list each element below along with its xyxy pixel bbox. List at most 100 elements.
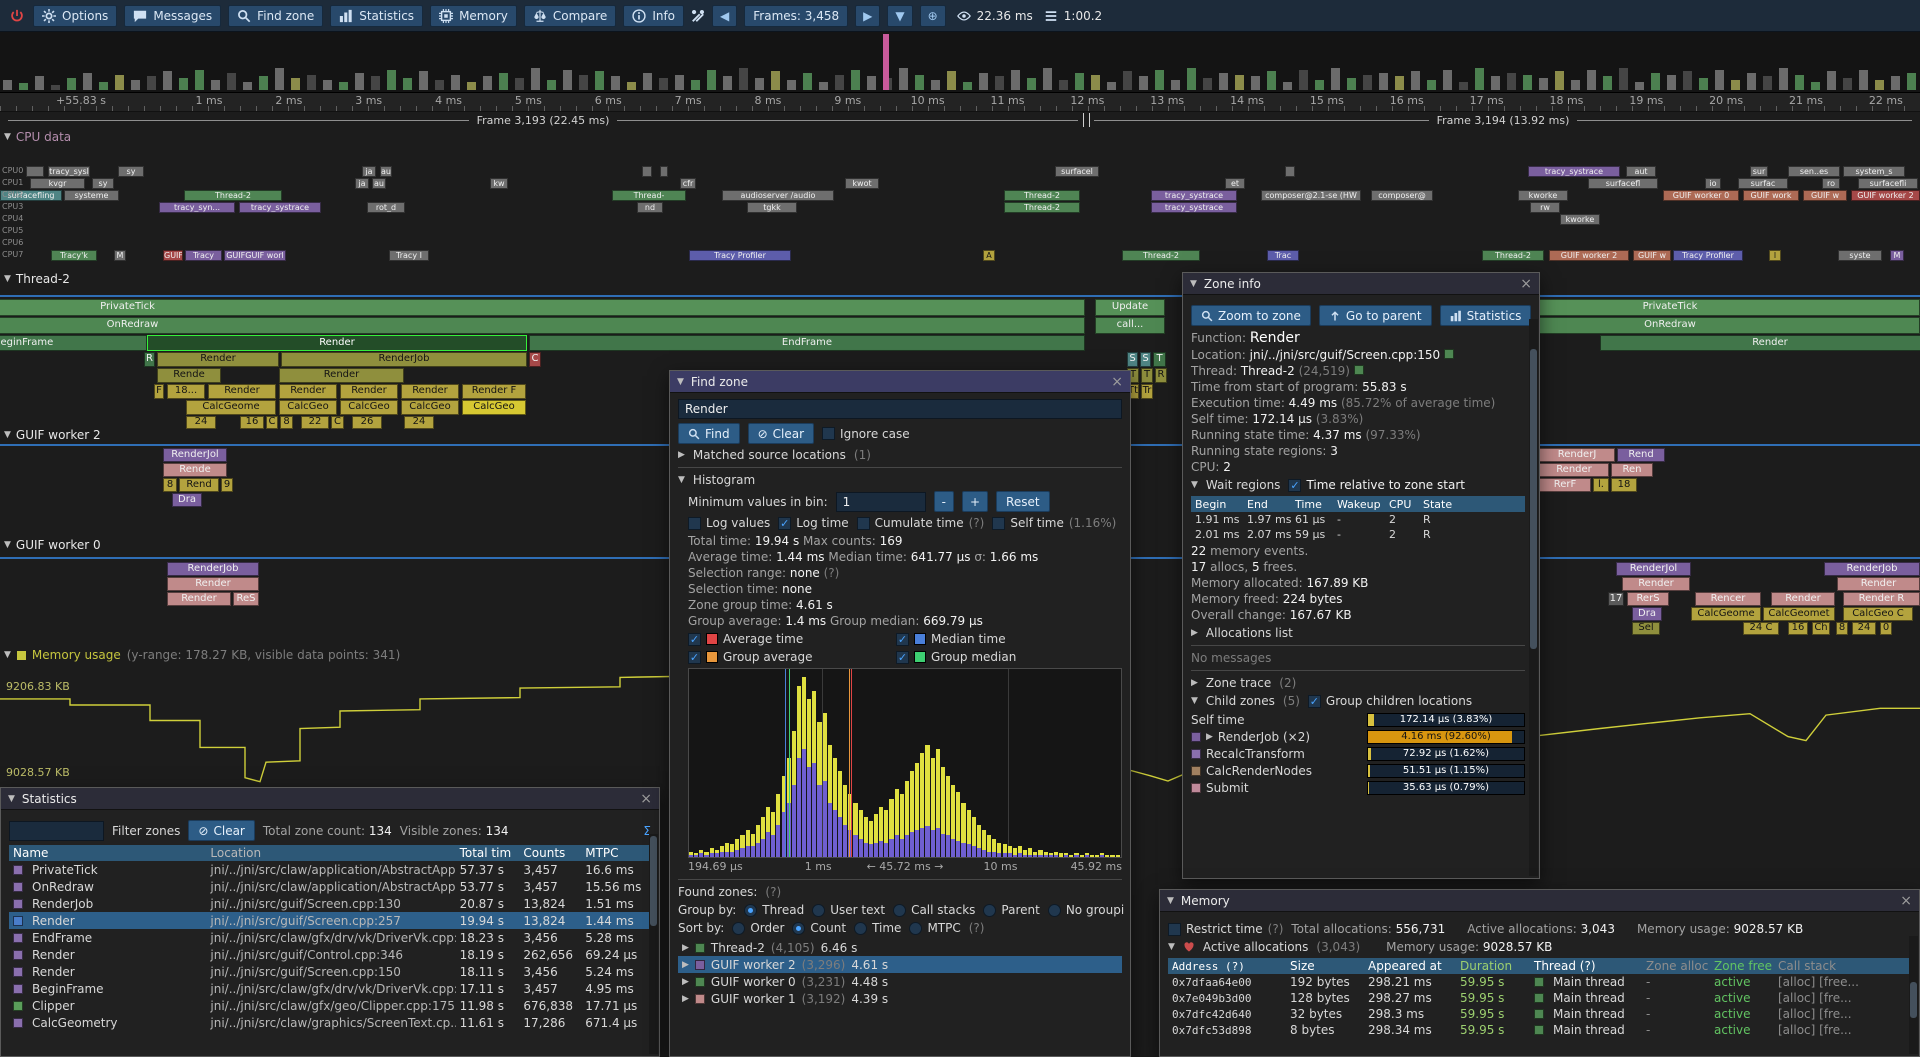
cpu-zone[interactable]: tracy_systrace	[1151, 202, 1237, 213]
timeline-zone[interactable]: T	[1153, 352, 1166, 367]
statistics-row[interactable]: PrivateTickjni/../jni/src/claw/applicati…	[9, 861, 651, 878]
radio-count[interactable]: Count	[792, 921, 846, 935]
clear-button[interactable]: ⊘Clear	[748, 423, 814, 444]
collapse-icon[interactable]: ▼	[1168, 942, 1175, 952]
timeline-zone[interactable]: 26	[352, 416, 382, 429]
histogram-plot[interactable]	[688, 668, 1122, 858]
prev-frame-button[interactable]: ◀	[712, 5, 737, 27]
decrement-button[interactable]: -	[934, 491, 954, 512]
statistics-table-header[interactable]: NameLocationTotal timCountsMTPC	[9, 845, 651, 861]
cpu-zone[interactable]: kworke	[1560, 214, 1600, 225]
timeline-zone[interactable]: S	[1140, 352, 1151, 367]
timeline-zone[interactable]: CalcGeo	[340, 400, 398, 415]
compare-button[interactable]: Compare	[524, 5, 616, 27]
legend-checkbox[interactable]: ✓Group median	[896, 650, 1096, 664]
cpu-zone[interactable]: rw	[1530, 202, 1560, 213]
timeline-zone[interactable]: F	[154, 384, 164, 399]
zone-trace[interactable]: ▶Zone trace(2)	[1191, 676, 1525, 690]
cpu-zone[interactable]: nd	[637, 202, 663, 213]
column-header[interactable]: MTPC	[581, 846, 651, 860]
timeline-zone[interactable]: Update	[1095, 299, 1165, 316]
cpu-zone[interactable]: tracy_systrace	[239, 202, 321, 213]
options-button[interactable]: Options	[33, 5, 117, 27]
column-header[interactable]: Name	[9, 846, 206, 860]
zone-group-row[interactable]: ▶Thread-2(4,105)6.46 s	[678, 939, 1122, 956]
collapse-icon[interactable]: ▼	[4, 274, 11, 284]
child-zone-row[interactable]: Self time172.14 μs (3.83%)	[1191, 712, 1525, 728]
column-header[interactable]: Appeared at	[1364, 959, 1456, 973]
cpu-zone[interactable]: tracy_systrace	[1528, 166, 1620, 177]
wait-region-row[interactable]: 1.91 ms1.97 ms61 μs-2R	[1191, 512, 1525, 527]
cpu-zone[interactable]: M	[114, 250, 126, 261]
find-button[interactable]: Find	[678, 423, 740, 444]
next-frame-button[interactable]: ▶	[855, 5, 880, 27]
cpu-zone[interactable]: ro	[1822, 178, 1840, 189]
column-header[interactable]: Counts	[519, 846, 581, 860]
timeline-zone[interactable]: 8	[163, 478, 177, 492]
legend-checkbox[interactable]: ✓Group average	[688, 650, 888, 664]
statistics-row[interactable]: Clipperjni/../jni/src/claw/gfx/geo/Clipp…	[9, 997, 651, 1014]
cpu-zone[interactable]: M	[1890, 250, 1904, 261]
cpu-zone[interactable]: tracy_syn...	[159, 202, 235, 213]
help-icon[interactable]: (?)	[765, 885, 781, 899]
min-values-input[interactable]: 1	[836, 492, 926, 512]
cpu-zone[interactable]: l	[1769, 250, 1781, 261]
expand-icon[interactable]: ▶	[682, 960, 689, 970]
cpu-data-header[interactable]: ▼ CPU data	[4, 130, 71, 144]
scrollbar[interactable]	[1909, 936, 1918, 1054]
timeline-zone[interactable]: OnRedraw	[0, 317, 1085, 334]
statistics-row[interactable]: RenderJobjni/../jni/src/guif/Screen.cpp:…	[9, 895, 651, 912]
timeline-zone[interactable]: Render	[167, 577, 259, 591]
power-button[interactable]	[8, 5, 26, 27]
timeline-zone[interactable]: 8	[280, 416, 293, 429]
cpu-zone[interactable]: au	[372, 178, 386, 189]
cpu-zone[interactable]: Thread-2	[1482, 250, 1544, 261]
timeline-zone[interactable]: 24	[404, 416, 434, 429]
cpu-zone[interactable]: GUIFGUIF worl	[224, 250, 286, 261]
timeline-zone[interactable]: RenderJol	[1616, 562, 1691, 576]
radio-order[interactable]: Order	[732, 921, 784, 935]
cpu-zone[interactable]: GUIF w	[1803, 190, 1847, 201]
timeline-zone[interactable]: Rende	[157, 368, 221, 383]
cpu-zone[interactable]: system_s	[1843, 166, 1905, 177]
child-zone-row[interactable]: CalcRenderNodes51.51 μs (1.15%)	[1191, 763, 1525, 779]
cpu-zone[interactable]: GUIF worker 2	[1851, 190, 1920, 201]
call-stack-cell[interactable]: [alloc] [fre...	[1774, 1007, 1911, 1021]
zoom-to-zone-button[interactable]: Zoom to zone	[1191, 305, 1311, 326]
cpu-zone[interactable]: A	[983, 250, 995, 261]
option-checkbox[interactable]: Log values	[688, 516, 770, 530]
timeline-zone[interactable]: l.	[1593, 478, 1609, 492]
address-cell[interactable]: 0x7dfaa64e00	[1168, 976, 1286, 989]
cpu-zone[interactable]: sen..es	[1788, 166, 1840, 177]
cpu-zone[interactable]: Tracy Profiler	[1673, 250, 1743, 261]
column-header[interactable]: Thread (?)	[1530, 959, 1642, 973]
frame-menu-button[interactable]: ▼	[887, 5, 912, 27]
column-header[interactable]: CPU	[1385, 498, 1419, 511]
info-button[interactable]: Info	[623, 5, 684, 27]
legend-checkbox[interactable]: ✓Average time	[688, 632, 888, 646]
timeline-zone[interactable]: ReS	[233, 592, 259, 606]
memory-titlebar[interactable]: ▼ Memory ×	[1160, 890, 1919, 912]
cpu-zone[interactable]: Thread-2	[1004, 202, 1080, 213]
go-to-parent-button[interactable]: Go to parent	[1319, 305, 1432, 326]
address-cell[interactable]: 0x7dfc53d898	[1168, 1024, 1286, 1037]
timeline-zone[interactable]: call...	[1095, 317, 1165, 334]
statistics-row[interactable]: Renderjni/../jni/src/guif/Screen.cpp:150…	[9, 963, 651, 980]
statistics-row[interactable]: CalcGeometryjni/../jni/src/claw/graphics…	[9, 1014, 651, 1031]
timeline-zone[interactable]: Render	[167, 592, 231, 606]
cpu-zone[interactable]: tracy_systrace	[1151, 190, 1237, 201]
timeline-zone[interactable]: Tr	[1141, 384, 1153, 399]
zone-group-row[interactable]: ▶GUIF worker 2(3,296)4.61 s	[678, 956, 1122, 973]
cpu-zone[interactable]: sy	[92, 178, 114, 189]
timeline-zone[interactable]: R	[1155, 368, 1167, 383]
radio-parent[interactable]: Parent	[983, 903, 1039, 917]
close-icon[interactable]: ×	[1900, 894, 1912, 908]
statistics-titlebar[interactable]: ▼ Statistics ×	[1, 788, 659, 810]
cpu-zone[interactable]: surfacefli	[1858, 178, 1918, 189]
cpu-zone[interactable]: aut	[1626, 166, 1656, 177]
filter-input[interactable]	[9, 821, 104, 841]
timeline-zone[interactable]: Render	[1539, 463, 1609, 477]
statistics-button[interactable]: Statistics	[1440, 305, 1532, 326]
column-header[interactable]: State	[1419, 498, 1459, 511]
cpu-zone[interactable]: composer@	[1371, 190, 1433, 201]
